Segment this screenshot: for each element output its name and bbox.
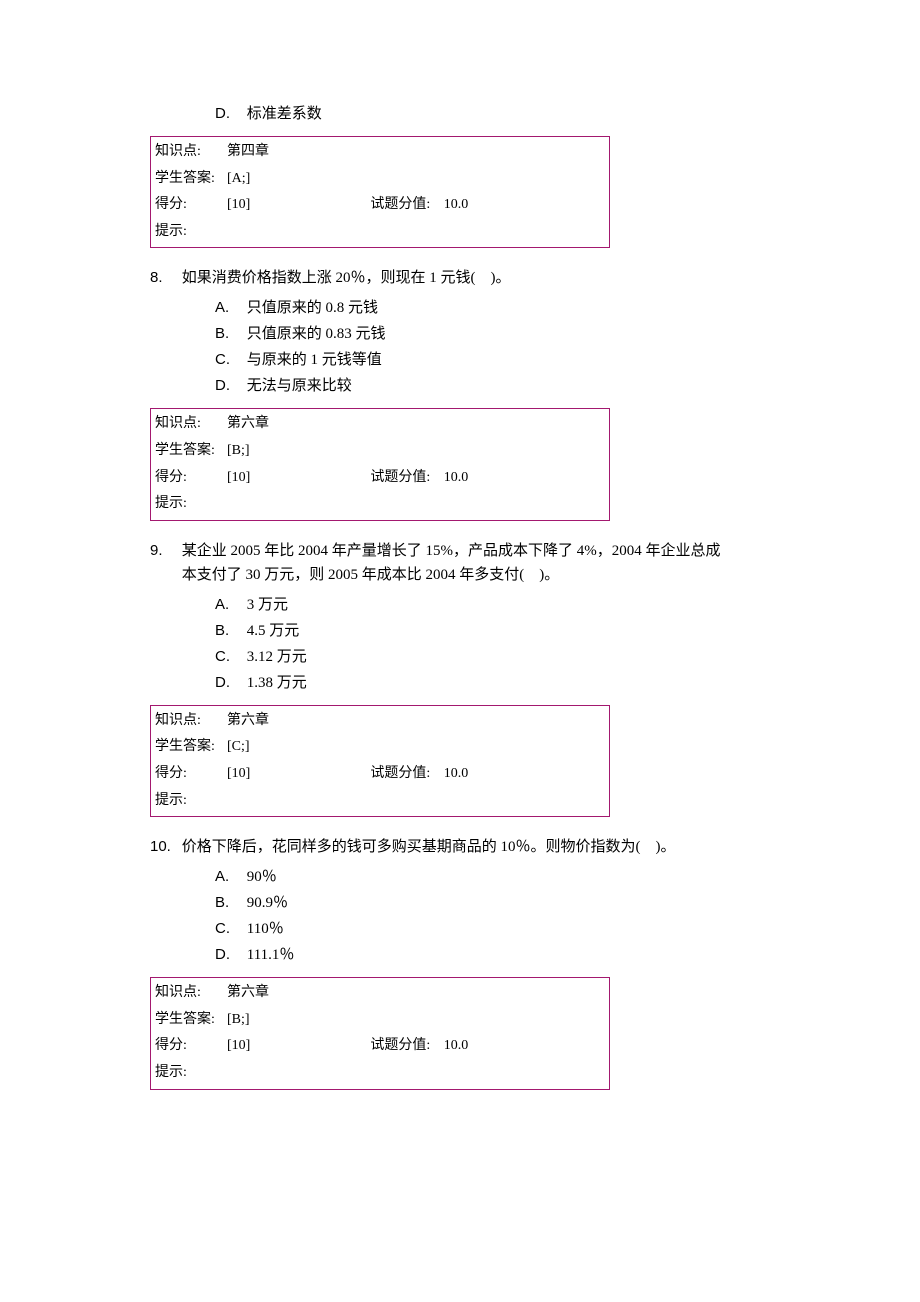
item-score-value: 10.0 xyxy=(444,470,469,485)
student-answer-value: [C;] xyxy=(227,734,250,761)
option-row: A. 只值原来的 0.8 元钱 xyxy=(150,296,770,320)
answer-info-box: 知识点: 第四章 学生答案: [A;] 得分: [10] 试题分值: 10.0 … xyxy=(150,136,610,248)
option-row: D. 1.38 万元 xyxy=(150,671,770,695)
question-number: 10. xyxy=(150,835,178,859)
option-text: 3 万元 xyxy=(247,597,288,613)
question-10: 10. 价格下降后，花同样多的钱可多购买基期商品的 10％。则物价指数为( )。 xyxy=(150,835,770,859)
student-answer-label: 学生答案: xyxy=(155,734,227,761)
score-label: 得分: xyxy=(155,465,227,492)
item-score-label: 试题分值: xyxy=(370,1038,430,1053)
question-stem: 价格下降后，花同样多的钱可多购买基期商品的 10％。则物价指数为( )。 xyxy=(182,835,722,859)
option-text: 无法与原来比较 xyxy=(247,378,352,394)
knowledge-value: 第六章 xyxy=(227,411,269,438)
option-text: 3.12 万元 xyxy=(247,649,307,665)
hint-label: 提示: xyxy=(155,788,227,815)
score-value: [10] xyxy=(227,465,250,492)
option-row: C. 110％ xyxy=(150,917,770,941)
hint-label: 提示: xyxy=(155,491,227,518)
option-letter-b: B. xyxy=(215,891,243,915)
question-9: 9. 某企业 2005 年比 2004 年产量增长了 15%，产品成本下降了 4… xyxy=(150,539,770,587)
score-value: [10] xyxy=(227,1033,250,1060)
option-row: D. 标准差系数 xyxy=(150,102,770,126)
option-text: 1.38 万元 xyxy=(247,675,307,691)
question-number: 9. xyxy=(150,539,178,563)
option-row: D. 111.1％ xyxy=(150,943,770,967)
option-letter-d: D. xyxy=(215,374,243,398)
option-letter-b: B. xyxy=(215,322,243,346)
knowledge-value: 第四章 xyxy=(227,139,269,166)
question-stem: 如果消费价格指数上涨 20％，则现在 1 元钱( )。 xyxy=(182,266,722,290)
option-letter-d: D. xyxy=(215,102,243,126)
item-score-value: 10.0 xyxy=(444,766,469,781)
option-text: 110％ xyxy=(247,921,284,937)
item-score-value: 10.0 xyxy=(444,1038,469,1053)
option-letter-d: D. xyxy=(215,943,243,967)
score-label: 得分: xyxy=(155,1033,227,1060)
option-letter-d: D. xyxy=(215,671,243,695)
answer-info-box: 知识点: 第六章 学生答案: [B;] 得分: [10] 试题分值: 10.0 … xyxy=(150,408,610,520)
knowledge-label: 知识点: xyxy=(155,708,227,735)
score-label: 得分: xyxy=(155,761,227,788)
option-text: 与原来的 1 元钱等值 xyxy=(247,352,382,368)
item-score-label: 试题分值: xyxy=(370,470,430,485)
option-letter-c: C. xyxy=(215,348,243,372)
student-answer-label: 学生答案: xyxy=(155,166,227,193)
option-row: C. 3.12 万元 xyxy=(150,645,770,669)
knowledge-label: 知识点: xyxy=(155,980,227,1007)
student-answer-value: [A;] xyxy=(227,166,250,193)
student-answer-value: [B;] xyxy=(227,1007,250,1034)
option-letter-a: A. xyxy=(215,865,243,889)
answer-info-box: 知识点: 第六章 学生答案: [C;] 得分: [10] 试题分值: 10.0 … xyxy=(150,705,610,817)
score-value: [10] xyxy=(227,761,250,788)
option-letter-b: B. xyxy=(215,619,243,643)
option-row: B. 只值原来的 0.83 元钱 xyxy=(150,322,770,346)
student-answer-label: 学生答案: xyxy=(155,1007,227,1034)
option-letter-c: C. xyxy=(215,645,243,669)
option-text: 标准差系数 xyxy=(247,106,322,122)
option-row: B. 4.5 万元 xyxy=(150,619,770,643)
question-8: 8. 如果消费价格指数上涨 20％，则现在 1 元钱( )。 xyxy=(150,266,770,290)
answer-info-box: 知识点: 第六章 学生答案: [B;] 得分: [10] 试题分值: 10.0 … xyxy=(150,977,610,1089)
option-text: 90％ xyxy=(247,869,277,885)
option-row: C. 与原来的 1 元钱等值 xyxy=(150,348,770,372)
hint-label: 提示: xyxy=(155,219,227,246)
option-text: 只值原来的 0.83 元钱 xyxy=(247,326,386,342)
score-value: [10] xyxy=(227,192,250,219)
score-label: 得分: xyxy=(155,192,227,219)
knowledge-value: 第六章 xyxy=(227,708,269,735)
item-score-label: 试题分值: xyxy=(370,197,430,212)
option-letter-a: A. xyxy=(215,593,243,617)
option-text: 111.1％ xyxy=(247,947,295,963)
hint-label: 提示: xyxy=(155,1060,227,1087)
option-row: D. 无法与原来比较 xyxy=(150,374,770,398)
knowledge-value: 第六章 xyxy=(227,980,269,1007)
student-answer-value: [B;] xyxy=(227,438,250,465)
item-score-value: 10.0 xyxy=(444,197,469,212)
option-text: 4.5 万元 xyxy=(247,623,300,639)
option-text: 90.9％ xyxy=(247,895,288,911)
knowledge-label: 知识点: xyxy=(155,411,227,438)
question-stem: 某企业 2005 年比 2004 年产量增长了 15%，产品成本下降了 4%，2… xyxy=(182,539,722,587)
student-answer-label: 学生答案: xyxy=(155,438,227,465)
knowledge-label: 知识点: xyxy=(155,139,227,166)
item-score-label: 试题分值: xyxy=(370,766,430,781)
option-text: 只值原来的 0.8 元钱 xyxy=(247,300,378,316)
option-row: A. 3 万元 xyxy=(150,593,770,617)
option-row: A. 90％ xyxy=(150,865,770,889)
option-row: B. 90.9％ xyxy=(150,891,770,915)
option-letter-c: C. xyxy=(215,917,243,941)
option-letter-a: A. xyxy=(215,296,243,320)
question-number: 8. xyxy=(150,266,178,290)
